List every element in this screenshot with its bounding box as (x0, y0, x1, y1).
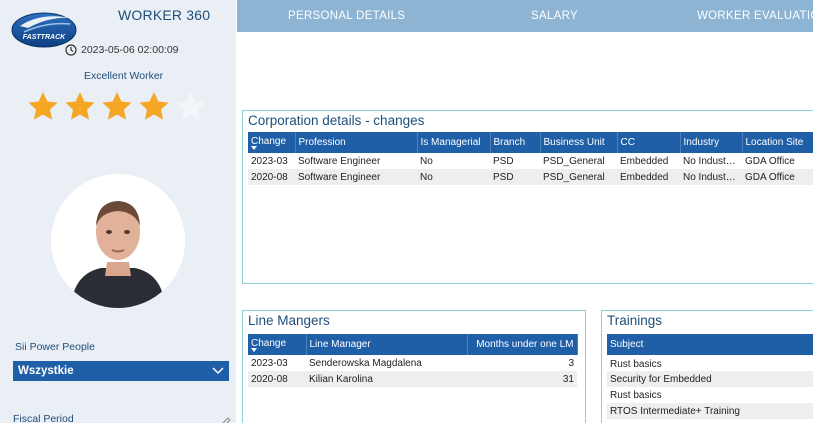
table-cell: 31 (467, 371, 577, 387)
table-cell: Embedded (620, 155, 669, 167)
table-cell: Security for Embedded (607, 371, 813, 387)
table-header-row: Change Line Manager Months under one LM (248, 334, 578, 355)
column-header[interactable]: Months under one LM (467, 334, 578, 355)
table-cell: Rust basics (610, 359, 662, 370)
table-cell: No (420, 155, 433, 167)
trainings-title: Trainings (607, 313, 663, 328)
corporation-panel: Corporation details - changes Change Pro… (242, 110, 813, 284)
table-row[interactable]: Rust basics (607, 387, 813, 403)
timestamp: 2023-05-06 02:00:09 (65, 44, 179, 56)
table-cell: GDA Office (745, 155, 795, 167)
table-cell: PSD_General (543, 155, 605, 167)
table-cell: No Indust… (683, 155, 736, 167)
person-photo-icon (51, 174, 185, 308)
clock-icon (65, 44, 77, 56)
table-cell: RTOS Intermediate+ Training (607, 403, 813, 419)
people-dropdown[interactable]: Wszystkie (13, 361, 229, 381)
column-header[interactable]: Industry (680, 132, 743, 153)
table-cell: Embedded (617, 169, 680, 185)
table-cell: 2020-08 (248, 169, 295, 185)
column-header[interactable]: Business Unit (540, 132, 618, 153)
worker-title: WORKER 360 (118, 7, 211, 23)
star-icon-2 (65, 92, 95, 120)
table-cell: PSD_General (540, 169, 617, 185)
table-cell: No Indust… (680, 169, 742, 185)
tab-personal-details[interactable]: PERSONAL DETAILS (288, 10, 405, 22)
column-header[interactable]: Location Site (742, 132, 813, 153)
table-cell: Senderowska Magdalena (309, 357, 422, 369)
top-navigation: PERSONAL DETAILS SALARY WORKER EVALUATIO (237, 0, 813, 32)
column-header[interactable]: Change (248, 334, 307, 355)
timestamp-text: 2023-05-06 02:00:09 (81, 44, 179, 56)
table-row[interactable]: 2023-03 Software Engineer No PSD PSD_Gen… (248, 153, 813, 169)
line-managers-panel: Line Mangers Change Line Manager Months … (242, 310, 586, 423)
table-row[interactable]: 2020-08 Software Engineer No PSD PSD_Gen… (248, 169, 813, 185)
logo-text: FASTTRACK (23, 34, 66, 41)
trainings-panel: Trainings Subject Rust basics Security f… (601, 310, 813, 423)
table-row[interactable]: Rust basics (607, 355, 813, 371)
table-cell: 2023-03 (251, 155, 288, 167)
table-row[interactable]: Security for Embedded (607, 371, 813, 387)
chevron-down-icon (212, 367, 224, 375)
table-row[interactable]: RTOS Intermediate+ Training (607, 403, 813, 419)
column-header[interactable]: Profession (295, 132, 418, 153)
avatar (51, 174, 185, 308)
table-cell: PSD (493, 155, 514, 167)
table-cell: Software Engineer (295, 169, 417, 185)
star-icon-1 (28, 92, 58, 120)
fiscal-period-label: Fiscal Period (13, 413, 74, 423)
table-row[interactable]: 2020-08 Kilian Karolina 31 (248, 371, 577, 387)
table-cell: Rust basics (610, 389, 662, 401)
star-icon-3 (102, 92, 132, 120)
tab-salary[interactable]: SALARY (531, 10, 578, 22)
column-header[interactable]: Line Manager (306, 334, 468, 355)
star-icon-4 (139, 92, 169, 120)
table-cell: 2023-03 (251, 357, 288, 369)
column-header[interactable]: Is Managerial (417, 132, 491, 153)
table-cell: 3 (568, 357, 574, 369)
corporation-title: Corporation details - changes (248, 113, 425, 128)
star-icon-5-empty (176, 92, 206, 120)
table-row[interactable]: 2023-03 Senderowska Magdalena 3 (248, 355, 577, 371)
table-cell: Software Engineer (298, 155, 381, 167)
column-header[interactable]: Change (248, 132, 296, 153)
table-cell: GDA Office (742, 169, 813, 185)
corporation-table: Change Profession Is Managerial Branch B… (248, 132, 813, 185)
table-header-row: Change Profession Is Managerial Branch B… (248, 132, 813, 153)
table-cell: No (417, 169, 490, 185)
line-managers-table: Change Line Manager Months under one LM … (248, 334, 578, 387)
eraser-icon[interactable] (221, 415, 231, 423)
rating-label: Excellent Worker (84, 70, 164, 82)
sidebar: FASTTRACK WORKER 360 2023-05-06 02:00:09… (0, 0, 236, 423)
line-managers-title: Line Mangers (248, 313, 330, 328)
table-cell: Kilian Karolina (306, 371, 467, 387)
dropdown-value: Wszystkie (18, 365, 74, 377)
table-cell: 2020-08 (248, 371, 306, 387)
rating-stars (26, 90, 208, 124)
table-header-row: Subject (607, 334, 813, 355)
slicer-label: Sii Power People (15, 341, 95, 353)
column-header[interactable]: CC (617, 132, 681, 153)
tab-worker-evaluation[interactable]: WORKER EVALUATIO (697, 10, 813, 22)
column-header[interactable]: Subject (607, 334, 813, 355)
table-cell: PSD (490, 169, 540, 185)
trainings-table: Subject Rust basics Security for Embedde… (607, 334, 813, 419)
column-header[interactable]: Branch (490, 132, 541, 153)
